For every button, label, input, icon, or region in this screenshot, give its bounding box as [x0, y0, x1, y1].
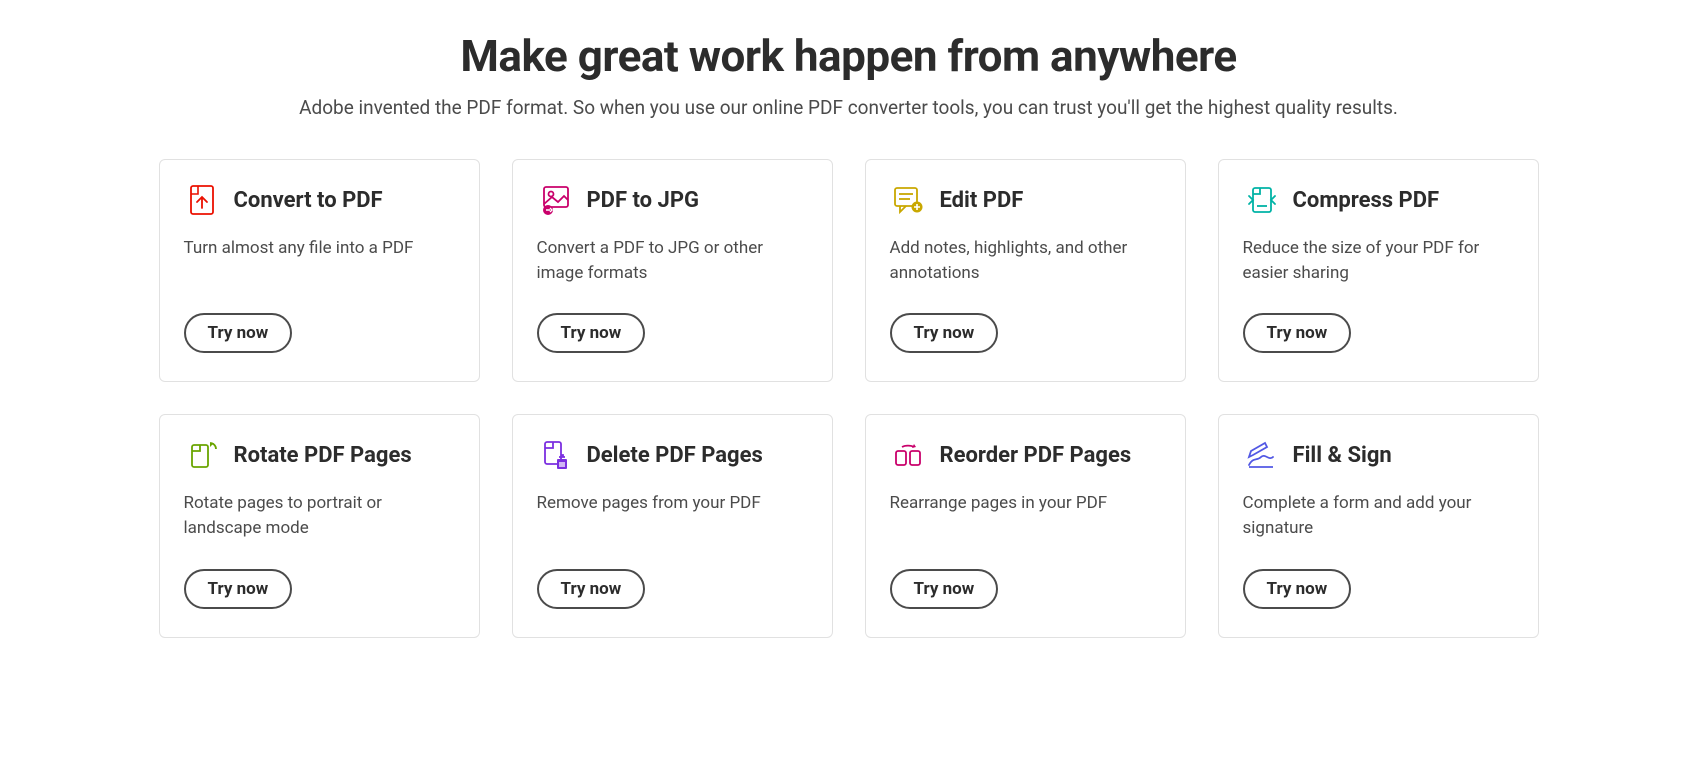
card-reorder-pdf[interactable]: Reorder PDF Pages Rearrange pages in you… — [865, 414, 1186, 637]
tools-grid: Convert to PDF Turn almost any file into… — [159, 159, 1539, 638]
card-title: Compress PDF — [1293, 188, 1440, 213]
card-title: Reorder PDF Pages — [940, 443, 1132, 468]
card-desc: Remove pages from your PDF — [537, 491, 808, 540]
try-now-button[interactable]: Try now — [890, 313, 999, 353]
card-title: Convert to PDF — [234, 188, 383, 213]
card-desc: Convert a PDF to JPG or other image form… — [537, 236, 808, 285]
card-compress-pdf[interactable]: Compress PDF Reduce the size of your PDF… — [1218, 159, 1539, 382]
card-desc: Add notes, highlights, and other annotat… — [890, 236, 1161, 285]
try-now-button[interactable]: Try now — [184, 313, 293, 353]
card-title: Rotate PDF Pages — [234, 443, 412, 468]
reorder-pdf-icon — [890, 437, 926, 473]
card-desc: Rearrange pages in your PDF — [890, 491, 1161, 540]
card-delete-pdf[interactable]: Delete PDF Pages Remove pages from your … — [512, 414, 833, 637]
try-now-button[interactable]: Try now — [537, 313, 646, 353]
compress-pdf-icon — [1243, 182, 1279, 218]
card-title: Edit PDF — [940, 188, 1024, 213]
convert-to-pdf-icon — [184, 182, 220, 218]
card-rotate-pdf[interactable]: Rotate PDF Pages Rotate pages to portrai… — [159, 414, 480, 637]
delete-pdf-icon — [537, 437, 573, 473]
edit-pdf-icon — [890, 182, 926, 218]
card-desc: Turn almost any file into a PDF — [184, 236, 455, 285]
hero-section: Make great work happen from anywhere Ado… — [159, 30, 1539, 119]
try-now-button[interactable]: Try now — [537, 569, 646, 609]
fill-sign-icon — [1243, 437, 1279, 473]
try-now-button[interactable]: Try now — [890, 569, 999, 609]
rotate-pdf-icon — [184, 437, 220, 473]
card-title: PDF to JPG — [587, 188, 700, 213]
card-desc: Rotate pages to portrait or landscape mo… — [184, 491, 455, 540]
card-convert-to-pdf[interactable]: Convert to PDF Turn almost any file into… — [159, 159, 480, 382]
card-edit-pdf[interactable]: Edit PDF Add notes, highlights, and othe… — [865, 159, 1186, 382]
card-fill-sign[interactable]: Fill & Sign Complete a form and add your… — [1218, 414, 1539, 637]
card-title: Delete PDF Pages — [587, 443, 763, 468]
card-desc: Reduce the size of your PDF for easier s… — [1243, 236, 1514, 285]
page-title: Make great work happen from anywhere — [159, 30, 1539, 82]
pdf-to-jpg-icon — [537, 182, 573, 218]
card-title: Fill & Sign — [1293, 443, 1392, 468]
try-now-button[interactable]: Try now — [1243, 313, 1352, 353]
try-now-button[interactable]: Try now — [184, 569, 293, 609]
try-now-button[interactable]: Try now — [1243, 569, 1352, 609]
card-desc: Complete a form and add your signature — [1243, 491, 1514, 540]
page-subtitle: Adobe invented the PDF format. So when y… — [159, 96, 1539, 119]
card-pdf-to-jpg[interactable]: PDF to JPG Convert a PDF to JPG or other… — [512, 159, 833, 382]
